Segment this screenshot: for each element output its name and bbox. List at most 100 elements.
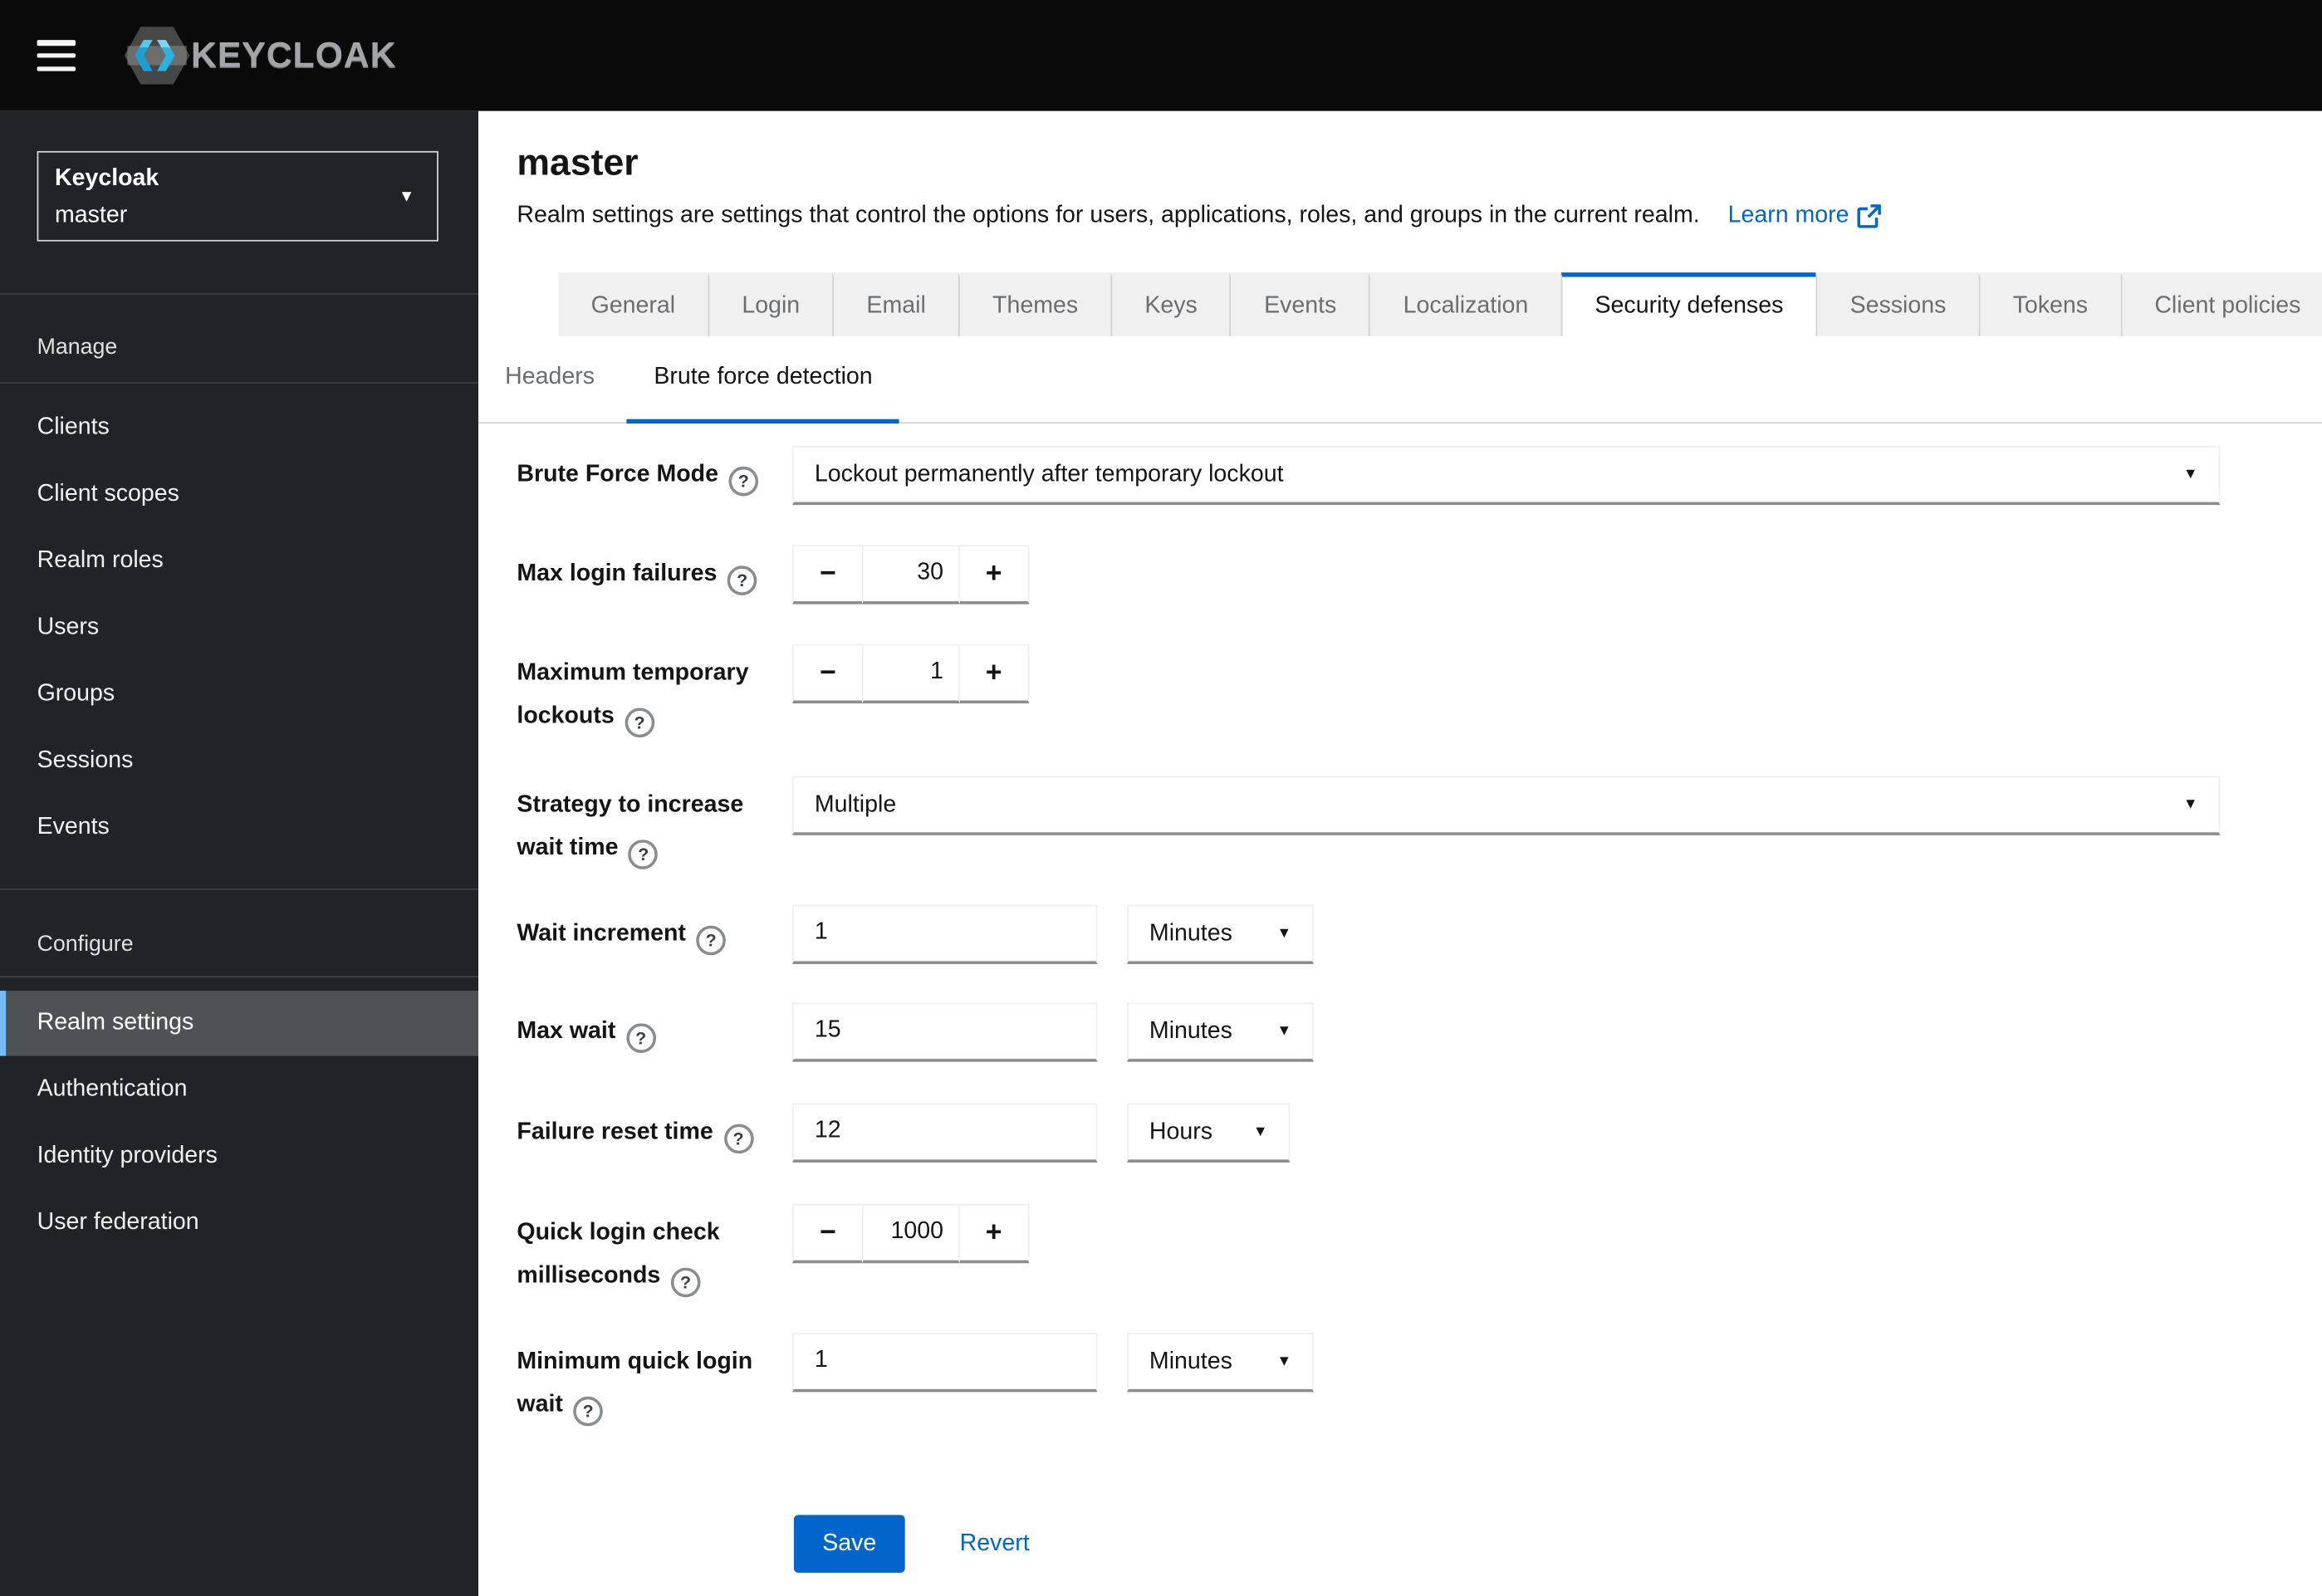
- caret-down-icon: ▼: [2182, 796, 2198, 814]
- subtab-brute-force-detection[interactable]: Brute force detection: [627, 346, 899, 424]
- max-login-failures-label: Max login failures?: [517, 545, 792, 595]
- security-defenses-subtabs: Headers Brute force detection: [478, 346, 2322, 424]
- form-row-quick-login-check-milliseconds: Quick login check milliseconds? − +: [517, 1203, 1030, 1298]
- keycloak-logo-icon: [124, 27, 190, 85]
- maximum-temporary-lockouts-stepper: − +: [792, 644, 1030, 704]
- form-row-maximum-temporary-lockouts: Maximum temporary lockouts? − +: [517, 644, 1030, 738]
- help-icon[interactable]: ?: [670, 1267, 701, 1298]
- revert-link[interactable]: Revert: [960, 1515, 1030, 1573]
- quick-login-check-milliseconds-input[interactable]: [863, 1205, 958, 1261]
- minimum-quick-login-wait-unit-value: Minutes: [1149, 1348, 1232, 1374]
- wait-increment-input[interactable]: [792, 904, 1098, 964]
- caret-down-icon: ▼: [398, 187, 415, 206]
- sidebar-item-events[interactable]: Events: [0, 796, 478, 860]
- page-description: Realm settings are settings that control…: [517, 202, 1882, 232]
- wait-increment-unit-select[interactable]: Minutes ▼: [1127, 904, 1314, 964]
- main-content: master Realm settings are settings that …: [478, 110, 2322, 1596]
- sidebar-item-groups[interactable]: Groups: [0, 662, 478, 727]
- tab-sessions[interactable]: Sessions: [1815, 272, 1979, 336]
- help-icon[interactable]: ?: [727, 565, 757, 595]
- minimum-quick-login-wait-input[interactable]: [792, 1333, 1098, 1393]
- sidebar-item-user-federation[interactable]: User federation: [0, 1191, 478, 1256]
- max-login-failures-input[interactable]: [863, 546, 958, 602]
- divider: [0, 293, 479, 295]
- sidebar-item-client-scopes[interactable]: Client scopes: [0, 462, 478, 526]
- max-login-failures-stepper: − +: [792, 545, 1030, 605]
- failure-reset-time-unit-select[interactable]: Hours ▼: [1127, 1103, 1291, 1163]
- realm-selector-label: Keycloak: [54, 165, 159, 192]
- tab-client-policies[interactable]: Client policies: [2120, 272, 2322, 336]
- external-link-icon: [1858, 204, 1882, 228]
- decrement-button[interactable]: −: [792, 644, 864, 704]
- tab-events[interactable]: Events: [1230, 272, 1369, 336]
- realm-settings-tabs: General Login Email Themes Keys Events L…: [558, 272, 2322, 336]
- decrement-button[interactable]: −: [792, 1203, 864, 1264]
- increment-button[interactable]: +: [958, 1203, 1030, 1264]
- tab-themes[interactable]: Themes: [958, 272, 1111, 336]
- realm-selector[interactable]: Keycloak master ▼: [37, 150, 438, 242]
- tab-keys[interactable]: Keys: [1110, 272, 1231, 336]
- form-row-brute-force-mode: Brute Force Mode? Lockout permanently af…: [517, 445, 2221, 506]
- failure-reset-time-unit-value: Hours: [1149, 1119, 1213, 1144]
- sidebar-item-identity-providers[interactable]: Identity providers: [0, 1124, 478, 1189]
- sidebar-item-clients[interactable]: Clients: [0, 395, 478, 460]
- increment-button[interactable]: +: [958, 644, 1030, 704]
- help-icon[interactable]: ?: [625, 707, 654, 738]
- page-title: master: [517, 142, 639, 184]
- sidebar-nav: Keycloak master ▼ Manage Clients Client …: [0, 110, 479, 1596]
- nav-toggle-hamburger-icon[interactable]: [37, 40, 76, 71]
- keycloak-logo: KEYCLOAK: [124, 27, 397, 85]
- strategy-to-increase-wait-time-label: Strategy to increase wait time?: [517, 776, 792, 869]
- help-icon[interactable]: ?: [625, 1023, 656, 1053]
- realm-selector-current: master: [54, 203, 128, 228]
- caret-down-icon: ▼: [2182, 466, 2198, 483]
- max-wait-input[interactable]: [792, 1002, 1098, 1062]
- maximum-temporary-lockouts-input[interactable]: [863, 645, 958, 701]
- increment-button[interactable]: +: [958, 545, 1030, 605]
- max-wait-label: Max wait?: [517, 1002, 792, 1053]
- tab-tokens[interactable]: Tokens: [1978, 272, 2121, 336]
- learn-more-link[interactable]: Learn more: [1728, 202, 1882, 232]
- tab-security-defenses[interactable]: Security defenses: [1560, 272, 1816, 336]
- help-icon[interactable]: ?: [728, 466, 759, 497]
- sidebar-item-realm-settings[interactable]: Realm settings: [0, 991, 479, 1056]
- sidebar-item-authentication[interactable]: Authentication: [0, 1057, 478, 1122]
- help-icon[interactable]: ?: [723, 1124, 753, 1154]
- help-icon[interactable]: ?: [628, 840, 659, 869]
- caret-down-icon: ▼: [1276, 1023, 1292, 1040]
- tab-general[interactable]: General: [558, 272, 708, 336]
- divider: [0, 889, 479, 890]
- masthead: KEYCLOAK: [0, 0, 2322, 111]
- form-row-minimum-quick-login-wait: Minimum quick login wait? Minutes ▼: [517, 1333, 1314, 1427]
- help-icon[interactable]: ?: [696, 925, 727, 956]
- decrement-button[interactable]: −: [792, 545, 864, 605]
- divider: [0, 382, 479, 384]
- brute-force-mode-select[interactable]: Lockout permanently after temporary lock…: [792, 445, 2221, 506]
- tab-email[interactable]: Email: [832, 272, 959, 336]
- sidebar-item-sessions[interactable]: Sessions: [0, 728, 478, 793]
- form-row-wait-increment: Wait increment? Minutes ▼: [517, 904, 1314, 964]
- form-row-strategy-to-increase-wait-time: Strategy to increase wait time? Multiple…: [517, 776, 2221, 869]
- form-row-failure-reset-time: Failure reset time? Hours ▼: [517, 1103, 1291, 1163]
- wait-increment-label: Wait increment?: [517, 905, 792, 956]
- failure-reset-time-input[interactable]: [792, 1103, 1098, 1163]
- divider: [0, 976, 479, 978]
- subtab-headers[interactable]: Headers: [482, 346, 619, 423]
- tab-login[interactable]: Login: [708, 272, 833, 336]
- save-button[interactable]: Save: [793, 1515, 905, 1573]
- maximum-temporary-lockouts-label: Maximum temporary lockouts?: [517, 644, 792, 738]
- strategy-value: Multiple: [814, 791, 897, 817]
- max-wait-unit-select[interactable]: Minutes ▼: [1127, 1002, 1314, 1062]
- sidebar-item-realm-roles[interactable]: Realm roles: [0, 529, 478, 594]
- tab-localization[interactable]: Localization: [1369, 272, 1561, 336]
- minimum-quick-login-wait-label: Minimum quick login wait?: [517, 1333, 792, 1427]
- sidebar-item-users[interactable]: Users: [0, 595, 478, 660]
- keycloak-admin-console: KEYCLOAK Keycloak master ▼ Manage Client…: [0, 0, 2322, 1596]
- quick-login-check-milliseconds-label: Quick login check milliseconds?: [517, 1204, 792, 1298]
- form-row-max-login-failures: Max login failures? − +: [517, 545, 1030, 605]
- caret-down-icon: ▼: [1276, 1354, 1292, 1370]
- strategy-to-increase-wait-time-select[interactable]: Multiple ▼: [792, 776, 2221, 835]
- minimum-quick-login-wait-unit-select[interactable]: Minutes ▼: [1127, 1333, 1314, 1393]
- help-icon[interactable]: ?: [573, 1396, 604, 1427]
- brute-force-mode-value: Lockout permanently after temporary lock…: [814, 461, 1284, 487]
